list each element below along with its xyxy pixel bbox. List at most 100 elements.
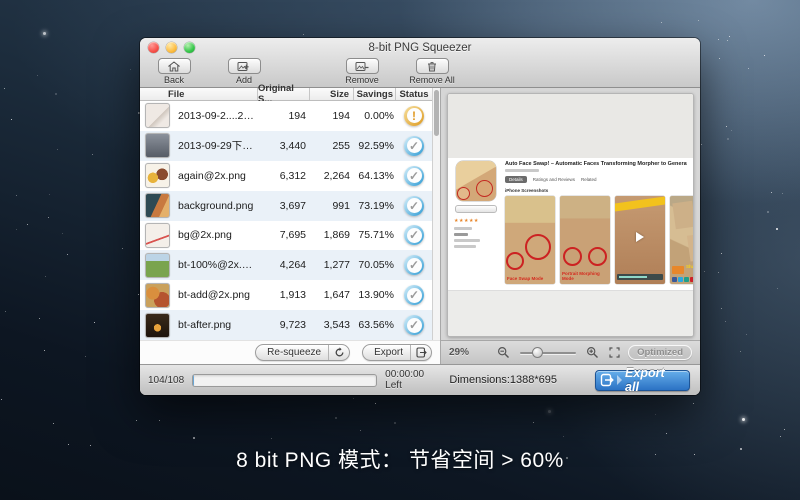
app-store-app-icon: [456, 161, 496, 201]
column-header-original-size[interactable]: Original S...: [258, 88, 310, 100]
remove-all-label: Remove All: [409, 75, 455, 85]
column-header-file[interactable]: File: [140, 88, 258, 100]
original-size-value: 6,312: [258, 170, 310, 182]
table-row[interactable]: 2013-09-29下午12.00.23 3,440 255 92.59% ✓: [140, 131, 432, 161]
savings-value: 0.00%: [354, 110, 396, 122]
column-header-savings[interactable]: Savings: [354, 88, 396, 100]
refresh-icon: [329, 347, 349, 358]
table-row[interactable]: background.png 3,697 991 73.19% ✓: [140, 191, 432, 221]
status-bar: 104/108 00:00:00 Left Dimensions:1388*69…: [140, 364, 700, 395]
size-value: 1,869: [310, 229, 354, 241]
preview-area[interactable]: ★★★★★ Auto Face Swap! – Automatic Faces …: [441, 88, 700, 340]
time-left: 00:00:00 Left: [385, 369, 441, 391]
video-progress-bar: [617, 274, 663, 280]
screenshots-section-label: iPhone Screenshots: [505, 188, 687, 193]
trash-icon: [416, 58, 449, 74]
file-thumbnail: [145, 253, 170, 278]
add-button[interactable]: Add: [220, 58, 268, 85]
title-bar[interactable]: 8-bit PNG Squeezer: [140, 38, 700, 57]
toolbar: Back Add Remove: [140, 57, 700, 87]
desktop-background: 8-bit PNG Squeezer Back Add: [0, 0, 800, 500]
size-value: 2,264: [310, 170, 354, 182]
back-label: Back: [164, 75, 184, 85]
file-name: bg@2x.png: [174, 229, 258, 241]
zoom-button[interactable]: [184, 42, 195, 53]
home-icon: [158, 58, 191, 74]
screenshot-sharing: Sharing: [670, 196, 694, 284]
app-developer-line: [505, 169, 539, 172]
remove-button[interactable]: Remove: [338, 58, 386, 85]
export-all-icon: [600, 373, 614, 387]
progress-bar-fill: [193, 375, 194, 387]
status-check-icon: ✓: [404, 255, 424, 275]
savings-value: 75.71%: [354, 229, 396, 241]
table-row[interactable]: bt-after.png 9,723 3,543 63.56% ✓: [140, 310, 432, 340]
zoom-out-icon[interactable]: [497, 346, 510, 359]
preview-page-footer-area: [448, 290, 693, 336]
file-name: again@2x.png: [174, 170, 258, 182]
export-all-button[interactable]: Export all: [595, 370, 690, 391]
table-row[interactable]: again@2x.png 6,312 2,264 64.13% ✓: [140, 161, 432, 191]
add-label: Add: [236, 75, 252, 85]
table-header[interactable]: File Original S... Size Savings Status: [140, 88, 432, 101]
zoom-in-icon[interactable]: [586, 346, 599, 359]
table-row[interactable]: bg@2x.png 7,695 1,869 75.71% ✓: [140, 221, 432, 251]
size-value: 255: [310, 140, 354, 152]
table-row[interactable]: 2013-09-2....23-fs8.png 194 194 0.00% !: [140, 101, 432, 131]
table-row[interactable]: bt-100%@2x.png 4,264 1,277 70.05% ✓: [140, 250, 432, 280]
remove-image-icon: [346, 58, 379, 74]
preview-app-main: Auto Face Swap! – Automatic Faces Transf…: [505, 161, 687, 284]
size-value: 1,277: [310, 259, 354, 271]
original-size-value: 3,697: [258, 200, 310, 212]
savings-value: 73.19%: [354, 200, 396, 212]
fit-to-window-icon[interactable]: [609, 347, 620, 358]
minimize-button[interactable]: [166, 42, 177, 53]
file-name: background.png: [174, 200, 258, 212]
preview-app-sidebar: ★★★★★: [454, 161, 498, 284]
table-scrollbar[interactable]: [432, 88, 440, 340]
size-value: 194: [310, 110, 354, 122]
dimensions-readout: Dimensions:1388*695: [449, 374, 557, 386]
sidebar-text-line: [454, 245, 476, 248]
window-content: File Original S... Size Savings Status 2…: [140, 88, 700, 364]
file-name: bt-after.png: [174, 319, 258, 331]
savings-value: 13.90%: [354, 289, 396, 301]
app-page-tabs: Details Ratings and Reviews Related: [505, 176, 687, 183]
back-button[interactable]: Back: [150, 58, 198, 85]
marketing-caption: 8 bit PNG 模式： 节省空间 > 60%: [0, 444, 800, 474]
app-page-title: Auto Face Swap! – Automatic Faces Transf…: [505, 161, 687, 167]
table-row[interactable]: bt-add@2x.png 1,913 1,647 13.90% ✓: [140, 280, 432, 310]
zoom-slider[interactable]: [520, 347, 576, 358]
tab-ratings: Ratings and Reviews: [533, 177, 575, 182]
slider-track[interactable]: [520, 352, 576, 354]
column-header-status[interactable]: Status: [396, 88, 432, 100]
tab-related: Related: [581, 177, 597, 182]
slider-knob[interactable]: [532, 347, 543, 358]
resqueeze-label: Re-squeeze: [256, 347, 328, 358]
savings-value: 63.56%: [354, 319, 396, 331]
resqueeze-button[interactable]: Re-squeeze: [255, 344, 350, 361]
file-name: 2013-09-29下午12.00.23: [174, 138, 258, 153]
progress-bar: [192, 374, 377, 387]
column-header-size[interactable]: Size: [310, 88, 354, 100]
export-icon: [411, 347, 431, 358]
buy-price-pill: [455, 205, 497, 213]
original-size-value: 3,440: [258, 140, 310, 152]
screenshot-portrait-morphing: Portrait Morphing Mode: [560, 196, 610, 284]
ribbon-banner: [615, 196, 665, 212]
scrollbar-thumb[interactable]: [434, 90, 439, 136]
original-size-value: 7,695: [258, 229, 310, 241]
export-button[interactable]: Export: [362, 344, 432, 361]
app-window: 8-bit PNG Squeezer Back Add: [140, 38, 700, 395]
share-arrow-icon: [672, 266, 684, 274]
preview-panel: ★★★★★ Auto Face Swap! – Automatic Faces …: [441, 88, 700, 364]
close-button[interactable]: [148, 42, 159, 53]
file-name: bt-add@2x.png: [174, 289, 258, 301]
file-list-panel: File Original S... Size Savings Status 2…: [140, 88, 441, 364]
file-thumbnail: [145, 103, 170, 128]
optimized-badge: Optimized: [628, 345, 692, 360]
remove-all-button[interactable]: Remove All: [408, 58, 456, 85]
file-thumbnail: [145, 133, 170, 158]
rating-stars: ★★★★★: [454, 218, 479, 224]
file-name: 2013-09-2....23-fs8.png: [174, 110, 258, 122]
